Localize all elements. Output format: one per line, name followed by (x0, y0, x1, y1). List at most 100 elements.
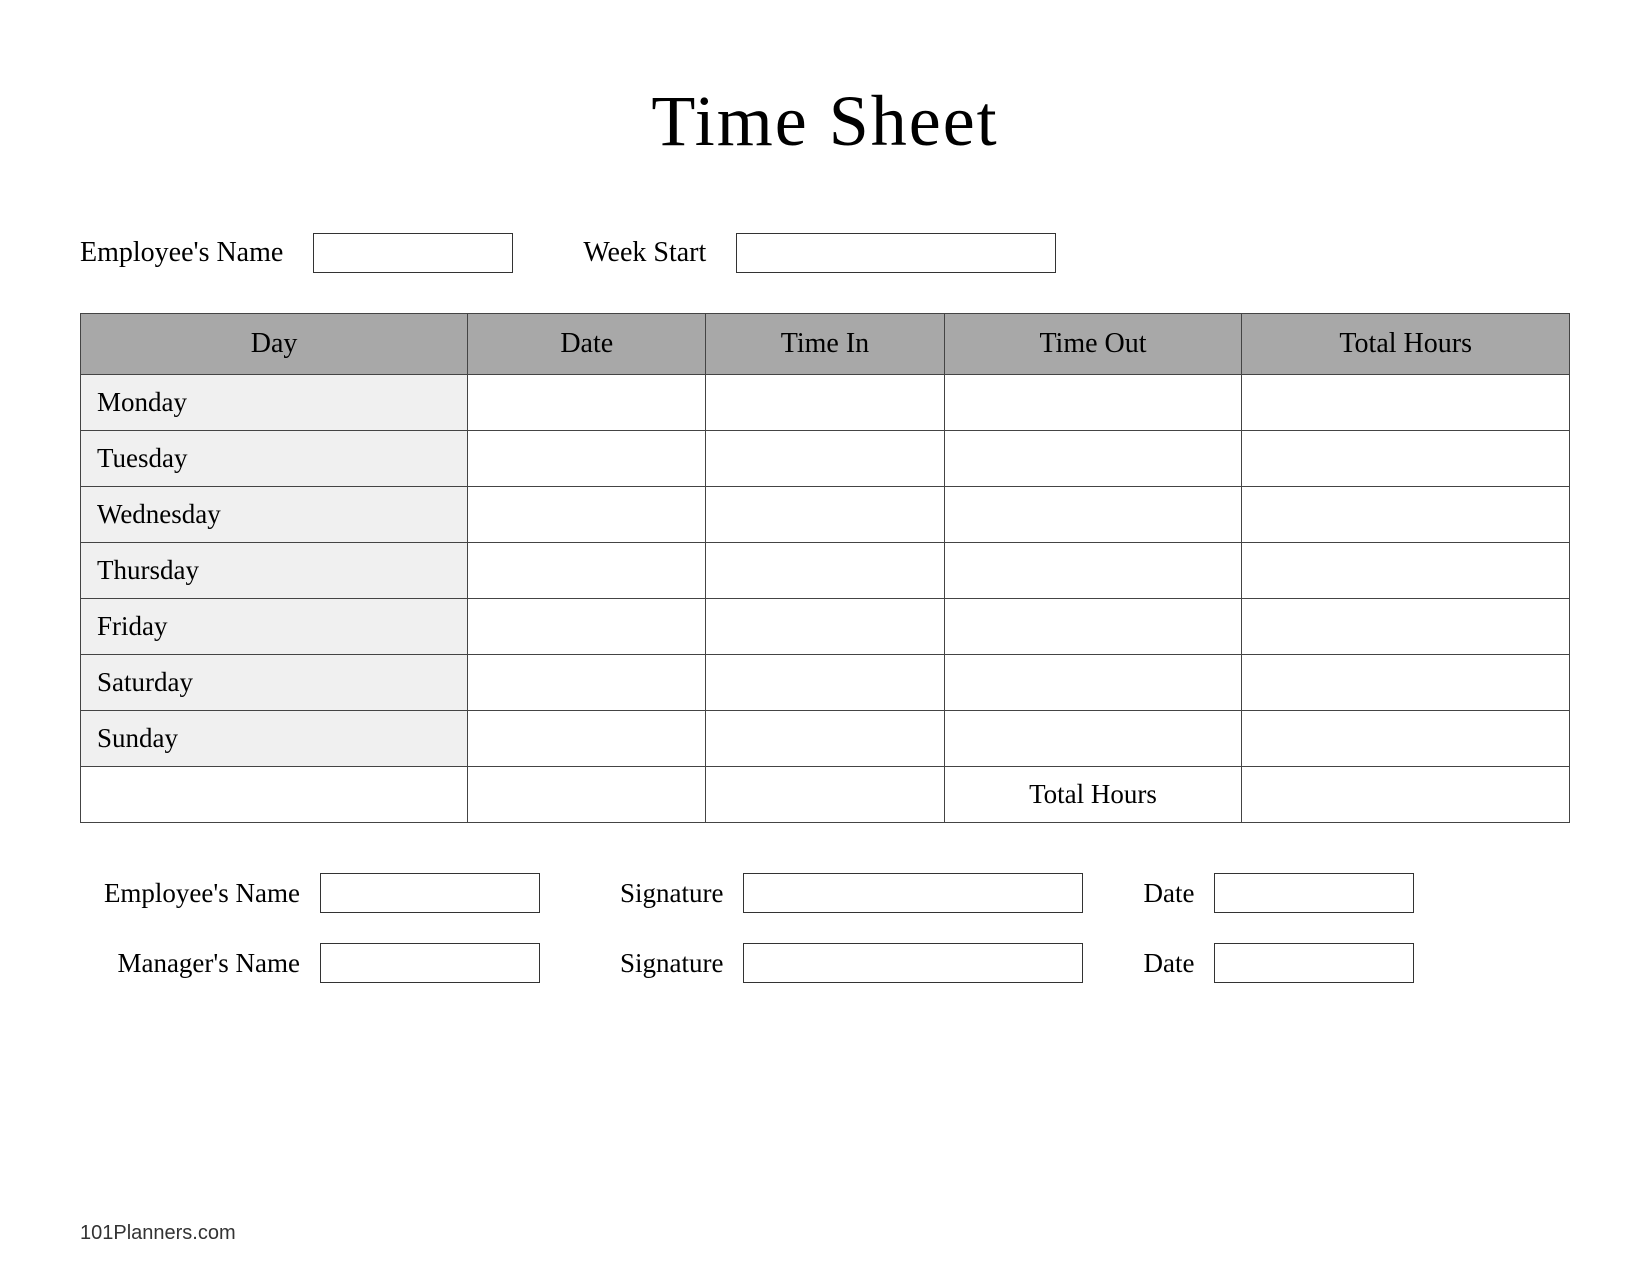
page-title: Time Sheet (80, 80, 1570, 163)
totalhours-saturday-input[interactable] (1258, 671, 1553, 697)
totalhours-tuesday[interactable] (1242, 431, 1570, 487)
timeout-wednesday-input[interactable] (961, 503, 1226, 529)
timeout-tuesday[interactable] (944, 431, 1242, 487)
timein-wednesday-input[interactable] (722, 503, 927, 529)
footer-fields: Employee's Name Signature Date Manager's… (80, 873, 1570, 983)
timein-monday[interactable] (706, 375, 944, 431)
timein-friday[interactable] (706, 599, 944, 655)
footer-employee-date-input[interactable] (1214, 873, 1414, 913)
timein-saturday-input[interactable] (722, 671, 927, 697)
footer-manager-signature-label: Signature (620, 948, 723, 979)
col-header-day: Day (81, 314, 468, 375)
timein-wednesday[interactable] (706, 487, 944, 543)
footer-manager-date-label: Date (1143, 948, 1194, 979)
day-saturday: Saturday (81, 655, 468, 711)
timein-monday-input[interactable] (722, 391, 927, 417)
totalhours-friday-input[interactable] (1258, 615, 1553, 641)
table-row: Tuesday (81, 431, 1570, 487)
timeout-monday[interactable] (944, 375, 1242, 431)
date-friday[interactable] (468, 599, 706, 655)
totalhours-sunday[interactable] (1242, 711, 1570, 767)
total-row-empty3 (706, 767, 944, 823)
timein-friday-input[interactable] (722, 615, 927, 641)
totalhours-sunday-input[interactable] (1258, 727, 1553, 753)
day-tuesday: Tuesday (81, 431, 468, 487)
totalhours-wednesday-input[interactable] (1258, 503, 1553, 529)
day-sunday: Sunday (81, 711, 468, 767)
total-row-empty2 (468, 767, 706, 823)
timeout-sunday[interactable] (944, 711, 1242, 767)
col-header-totalhours: Total Hours (1242, 314, 1570, 375)
date-friday-input[interactable] (484, 615, 689, 641)
footer-employee-date-label: Date (1143, 878, 1194, 909)
timeout-tuesday-input[interactable] (961, 447, 1226, 473)
date-tuesday[interactable] (468, 431, 706, 487)
timeout-wednesday[interactable] (944, 487, 1242, 543)
totalhours-thursday[interactable] (1242, 543, 1570, 599)
day-thursday: Thursday (81, 543, 468, 599)
footer-manager-date-input[interactable] (1214, 943, 1414, 983)
timeout-friday[interactable] (944, 599, 1242, 655)
timein-sunday-input[interactable] (722, 727, 927, 753)
footer-employee-name-input[interactable] (320, 873, 540, 913)
col-header-timein: Time In (706, 314, 944, 375)
date-wednesday-input[interactable] (484, 503, 689, 529)
total-summary-row: Total Hours (81, 767, 1570, 823)
totalhours-saturday[interactable] (1242, 655, 1570, 711)
day-wednesday: Wednesday (81, 487, 468, 543)
totalhours-monday-input[interactable] (1258, 391, 1553, 417)
timeout-thursday[interactable] (944, 543, 1242, 599)
footer-manager-name-input[interactable] (320, 943, 540, 983)
date-saturday-input[interactable] (484, 671, 689, 697)
timeout-saturday-input[interactable] (961, 671, 1226, 697)
total-hours-label: Total Hours (944, 767, 1242, 823)
table-row: Monday (81, 375, 1570, 431)
total-hours-value[interactable] (1242, 767, 1570, 823)
timein-thursday[interactable] (706, 543, 944, 599)
employee-name-label: Employee's Name (80, 237, 283, 269)
timeout-thursday-input[interactable] (961, 559, 1226, 585)
timein-tuesday[interactable] (706, 431, 944, 487)
timein-thursday-input[interactable] (722, 559, 927, 585)
table-header-row: Day Date Time In Time Out Total Hours (81, 314, 1570, 375)
totalhours-monday[interactable] (1242, 375, 1570, 431)
watermark: 101Planners.com (80, 1222, 236, 1245)
date-thursday-input[interactable] (484, 559, 689, 585)
footer-employee-name-label: Employee's Name (80, 878, 300, 909)
totalhours-thursday-input[interactable] (1258, 559, 1553, 585)
footer-employee-signature-input[interactable] (743, 873, 1083, 913)
timein-sunday[interactable] (706, 711, 944, 767)
date-wednesday[interactable] (468, 487, 706, 543)
totalhours-wednesday[interactable] (1242, 487, 1570, 543)
date-saturday[interactable] (468, 655, 706, 711)
table-row: Saturday (81, 655, 1570, 711)
timesheet-table: Day Date Time In Time Out Total Hours Mo… (80, 313, 1570, 823)
date-sunday-input[interactable] (484, 727, 689, 753)
table-row: Thursday (81, 543, 1570, 599)
timein-saturday[interactable] (706, 655, 944, 711)
week-start-label: Week Start (583, 237, 706, 269)
totalhours-friday[interactable] (1242, 599, 1570, 655)
date-tuesday-input[interactable] (484, 447, 689, 473)
timeout-monday-input[interactable] (961, 391, 1226, 417)
totalhours-tuesday-input[interactable] (1258, 447, 1553, 473)
timein-tuesday-input[interactable] (722, 447, 927, 473)
date-thursday[interactable] (468, 543, 706, 599)
footer-employee-signature-label: Signature (620, 878, 723, 909)
employee-name-input[interactable] (313, 233, 513, 273)
date-monday[interactable] (468, 375, 706, 431)
total-row-empty1 (81, 767, 468, 823)
week-start-input[interactable] (736, 233, 1056, 273)
date-sunday[interactable] (468, 711, 706, 767)
employee-footer-row: Employee's Name Signature Date (80, 873, 1570, 913)
day-friday: Friday (81, 599, 468, 655)
timeout-saturday[interactable] (944, 655, 1242, 711)
total-hours-value-input[interactable] (1258, 783, 1553, 809)
table-row: Wednesday (81, 487, 1570, 543)
date-monday-input[interactable] (484, 391, 689, 417)
footer-manager-signature-input[interactable] (743, 943, 1083, 983)
col-header-timeout: Time Out (944, 314, 1242, 375)
timeout-friday-input[interactable] (961, 615, 1226, 641)
manager-footer-row: Manager's Name Signature Date (80, 943, 1570, 983)
day-monday: Monday (81, 375, 468, 431)
